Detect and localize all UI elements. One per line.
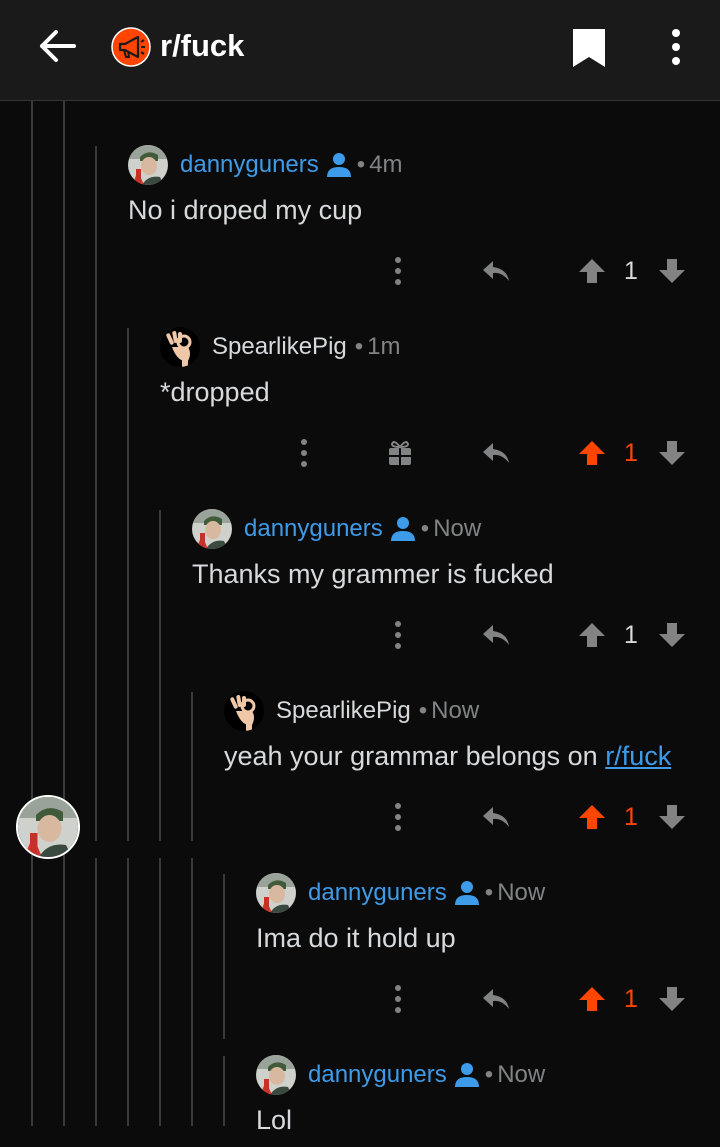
downvote-icon[interactable] bbox=[656, 797, 688, 837]
more-vertical-icon[interactable] bbox=[386, 251, 410, 291]
comment-time-separator: • bbox=[356, 151, 366, 178]
comment-author[interactable]: dannyguners bbox=[180, 151, 319, 179]
reply-icon[interactable] bbox=[480, 979, 512, 1019]
reply-icon[interactable] bbox=[480, 251, 512, 291]
comment-actions: 1 bbox=[380, 979, 700, 1019]
comment-time: Now bbox=[433, 515, 482, 542]
thread-line[interactable] bbox=[127, 858, 129, 1126]
thread-line[interactable] bbox=[159, 510, 161, 841]
thread-line[interactable] bbox=[95, 146, 97, 841]
thread-line[interactable] bbox=[191, 692, 193, 841]
more-vertical-icon[interactable] bbox=[386, 797, 410, 837]
downvote-icon[interactable] bbox=[656, 615, 688, 655]
reply-icon[interactable] bbox=[480, 797, 512, 837]
reply-icon[interactable] bbox=[480, 433, 512, 473]
vote-count: 1 bbox=[624, 256, 638, 285]
comment-actions: 1 bbox=[380, 251, 700, 291]
comment-body: *dropped bbox=[160, 377, 270, 407]
op-user-icon bbox=[389, 515, 417, 543]
thread-line[interactable] bbox=[223, 874, 225, 1039]
thread-line[interactable] bbox=[159, 858, 161, 1126]
comment-body: Thanks my grammer is fucked bbox=[192, 559, 554, 589]
comment-header: SpearlikePig • 1m bbox=[160, 327, 401, 367]
more-vertical-icon[interactable] bbox=[386, 615, 410, 655]
comment-time: Now bbox=[497, 879, 546, 906]
vote-count: 1 bbox=[624, 620, 638, 649]
comment-body: yeah your grammar belongs on r/fuck bbox=[224, 741, 671, 772]
comment-author[interactable]: SpearlikePig bbox=[276, 697, 411, 725]
comment-author[interactable]: dannyguners bbox=[308, 1061, 447, 1089]
comment-time: Now bbox=[497, 1061, 546, 1088]
app-header: r/fuck bbox=[0, 0, 720, 101]
upvote-icon[interactable] bbox=[576, 251, 608, 291]
avatar[interactable] bbox=[256, 1055, 296, 1095]
comment-author[interactable]: dannyguners bbox=[244, 515, 383, 543]
vote-count: 1 bbox=[624, 438, 638, 467]
megaphone-icon[interactable] bbox=[111, 27, 151, 67]
comment-time: Now bbox=[431, 697, 480, 724]
gift-icon[interactable] bbox=[384, 433, 416, 473]
thread-line[interactable] bbox=[95, 858, 97, 1126]
vote-count: 1 bbox=[624, 984, 638, 1013]
thread-line[interactable] bbox=[223, 1056, 225, 1126]
more-vertical-icon[interactable] bbox=[292, 433, 316, 473]
comment-author[interactable]: SpearlikePig bbox=[212, 333, 347, 361]
comment-header: dannyguners • Now bbox=[192, 509, 481, 549]
comment-header: dannyguners • Now bbox=[256, 873, 545, 913]
thread-line[interactable] bbox=[31, 101, 33, 1126]
reply-icon[interactable] bbox=[480, 615, 512, 655]
comment-body: Ima do it hold up bbox=[256, 923, 456, 953]
avatar[interactable] bbox=[256, 873, 296, 913]
bookmark-icon[interactable] bbox=[570, 27, 608, 69]
op-user-icon bbox=[325, 151, 353, 179]
subreddit-title[interactable]: r/fuck bbox=[160, 28, 244, 64]
op-user-icon bbox=[453, 879, 481, 907]
avatar[interactable] bbox=[160, 327, 200, 367]
thread-line[interactable] bbox=[191, 858, 193, 1126]
comment-body: Lol bbox=[256, 1105, 293, 1135]
comment-author[interactable]: dannyguners bbox=[308, 879, 447, 907]
avatar[interactable] bbox=[224, 691, 264, 731]
arrow-left-icon[interactable] bbox=[34, 26, 78, 66]
comment-time-separator: • bbox=[354, 333, 364, 360]
floating-avatar[interactable] bbox=[16, 795, 80, 859]
thread-line[interactable] bbox=[127, 328, 129, 841]
more-vertical-icon[interactable] bbox=[664, 26, 688, 68]
comment-time-separator: • bbox=[484, 1061, 494, 1088]
comment-actions: 1 bbox=[290, 433, 700, 473]
comment-time-separator: • bbox=[420, 515, 430, 542]
upvote-icon[interactable] bbox=[576, 433, 608, 473]
comment-body: No i droped my cup bbox=[128, 195, 363, 225]
comment-actions: 1 bbox=[380, 615, 700, 655]
comment-header: dannyguners • 4m bbox=[128, 145, 403, 185]
avatar[interactable] bbox=[128, 145, 168, 185]
comment-body-text: yeah your grammar belongs on bbox=[224, 741, 606, 771]
subreddit-link[interactable]: r/fuck bbox=[605, 741, 671, 771]
comment-time-separator: • bbox=[484, 879, 494, 906]
downvote-icon[interactable] bbox=[656, 433, 688, 473]
comment-time: 1m bbox=[367, 333, 401, 360]
downvote-icon[interactable] bbox=[656, 979, 688, 1019]
upvote-icon[interactable] bbox=[576, 797, 608, 837]
comment-time-separator: • bbox=[418, 697, 428, 724]
comment-actions: 1 bbox=[380, 797, 700, 837]
more-vertical-icon[interactable] bbox=[386, 979, 410, 1019]
comment-header: SpearlikePig • Now bbox=[224, 691, 479, 731]
downvote-icon[interactable] bbox=[656, 251, 688, 291]
vote-count: 1 bbox=[624, 802, 638, 831]
comment-time: 4m bbox=[369, 151, 403, 178]
thread-line[interactable] bbox=[63, 101, 65, 1126]
upvote-icon[interactable] bbox=[576, 615, 608, 655]
avatar[interactable] bbox=[192, 509, 232, 549]
op-user-icon bbox=[453, 1061, 481, 1089]
upvote-icon[interactable] bbox=[576, 979, 608, 1019]
comment-header: dannyguners • Now bbox=[256, 1055, 545, 1095]
